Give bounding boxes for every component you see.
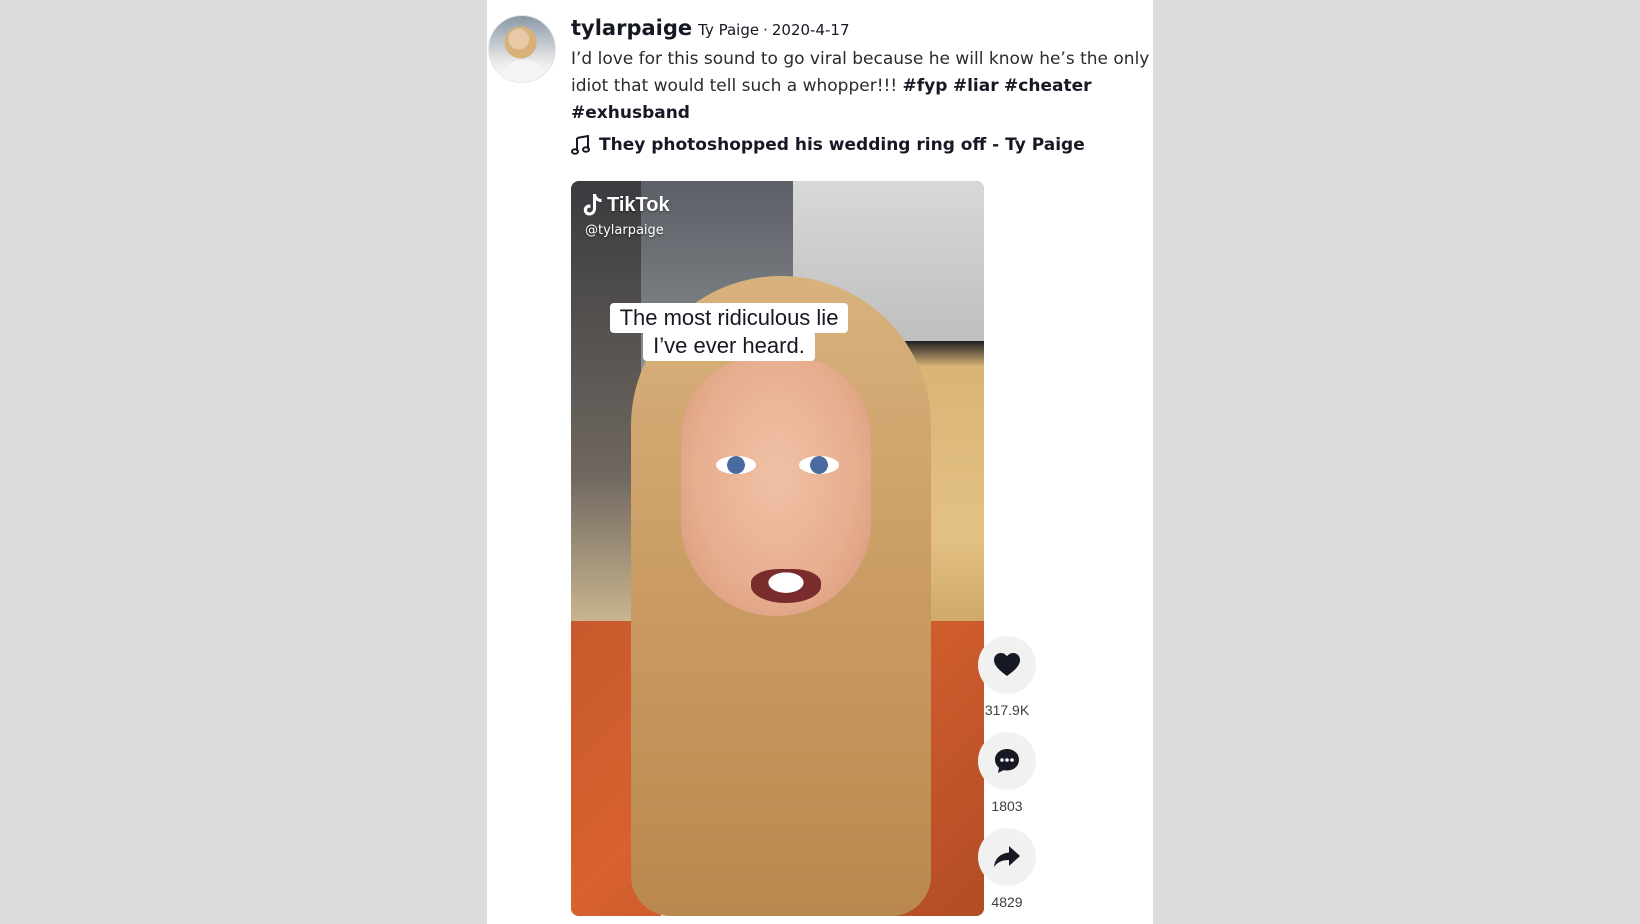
tiktok-logo-icon	[583, 194, 602, 216]
author-line: tylarpaige Ty Paige · 2020-4-17	[571, 16, 1151, 40]
video-subject-mouth	[751, 569, 821, 603]
like-count: 317.9K	[984, 702, 1030, 718]
like-button[interactable]	[978, 636, 1036, 694]
username-link[interactable]: tylarpaige	[571, 16, 692, 40]
user-avatar[interactable]	[488, 15, 556, 83]
tiktok-watermark: TikTok @tylarpaige	[583, 193, 670, 238]
hashtag-link[interactable]: #liar	[953, 76, 999, 96]
music-title: They photoshopped his wedding ring off -…	[599, 135, 1085, 155]
overlay-line: I’ve ever heard.	[643, 331, 815, 361]
comment-count: 1803	[991, 798, 1023, 814]
hashtag-link[interactable]: #cheater	[1004, 76, 1091, 96]
watermark-brand: TikTok	[583, 193, 670, 217]
post-header: tylarpaige Ty Paige · 2020-4-17 I’d love…	[571, 16, 1151, 155]
video-subject-eye	[716, 456, 756, 474]
hashtag-link[interactable]: #fyp	[903, 76, 948, 96]
watermark-handle: @tylarpaige	[585, 223, 664, 238]
post-date: 2020-4-17	[771, 21, 850, 39]
share-icon	[994, 846, 1020, 867]
overlay-line: The most ridiculous lie	[609, 303, 849, 333]
nickname: Ty Paige	[698, 21, 760, 39]
video-player[interactable]: TikTok @tylarpaige The most ridiculous l…	[571, 181, 984, 916]
action-bar: 317.9K 1803 4829	[977, 636, 1037, 924]
music-note-icon	[571, 135, 590, 155]
separator: ·	[763, 21, 768, 39]
hashtag-link[interactable]: #exhusband	[571, 103, 690, 123]
heart-icon	[994, 653, 1020, 676]
post-card: tylarpaige Ty Paige · 2020-4-17 I’d love…	[487, 0, 1153, 924]
share-button[interactable]	[978, 828, 1036, 886]
post-caption: I’d love for this sound to go viral beca…	[571, 46, 1155, 127]
comment-button[interactable]	[978, 732, 1036, 790]
music-link[interactable]: They photoshopped his wedding ring off -…	[571, 135, 1151, 155]
share-count: 4829	[991, 894, 1023, 910]
video-subject-eye	[799, 456, 839, 474]
comment-icon	[995, 749, 1019, 773]
video-caption-overlay: The most ridiculous lie I’ve ever heard.	[571, 303, 887, 361]
watermark-brand-text: TikTok	[607, 193, 670, 216]
avatar-figure	[503, 60, 545, 82]
